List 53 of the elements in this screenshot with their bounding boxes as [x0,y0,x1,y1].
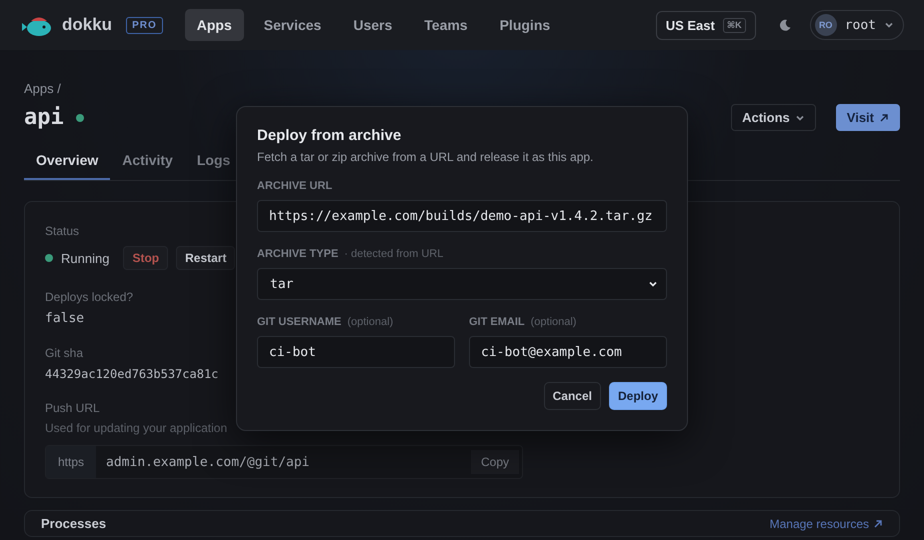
region-button[interactable]: US East ⌘K [656,10,756,40]
restart-button[interactable]: Restart [176,246,236,270]
field-label: ARCHIVE TYPE [257,248,338,260]
tab[interactable]: Activity [110,143,185,180]
field-hint: (optional) [347,316,394,328]
field-label: Deploys locked? [45,290,134,304]
app-title: api [24,105,64,130]
nav-item[interactable]: Teams [412,9,480,41]
push-url-field[interactable]: https admin.example.com/@git/api Copy [45,445,523,479]
field-label: GIT EMAIL [469,316,525,328]
deploy-button[interactable]: Deploy [608,382,667,410]
field-label: ARCHIVE URL [257,180,332,192]
user-menu-button[interactable]: RO root [810,10,904,40]
dialog-description: Fetch a tar or zip archive from a URL and release it as this app. [257,150,594,164]
url-scheme: https [46,446,96,478]
archive-url-field[interactable]: https://example.com/builds/demo-api-v1.4.2.tar.gz [257,200,667,232]
dialog-title: Deploy from archive [257,127,402,144]
tab[interactable]: Overview [24,143,110,180]
visit-button[interactable]: Visit [836,104,900,131]
field-value: 44329ac120ed763b537ca81c [45,367,218,381]
nav-item[interactable]: Plugins [488,9,562,41]
manage-resources-link[interactable]: Manage resources [770,516,883,530]
nav-item[interactable]: Users [341,9,404,41]
field-label: Git sha [45,346,84,360]
chevron-down-icon [648,279,658,289]
status-text: Running [61,250,110,266]
shortcut-key: ⌘K [722,18,746,32]
external-arrow-icon [873,518,883,528]
moon-icon[interactable] [778,18,792,32]
brand-name: dokku [62,15,112,35]
nav-item[interactable]: Services [252,9,334,41]
section-title: Processes [41,516,106,531]
external-arrow-icon [879,112,889,122]
field-label: GIT USERNAME [257,316,342,328]
field-label: Status [45,224,80,238]
git-username-field[interactable]: ci-bot [257,336,455,368]
push-url-text: admin.example.com/@git/api [105,454,311,470]
user-avatar: RO [814,14,837,36]
field-hint: (optional) [530,316,576,328]
tab[interactable]: Logs [184,143,242,180]
field-label: Push URL [45,401,100,415]
chevron-down-icon [884,20,894,30]
git-email-field[interactable]: ci-bot@example.com [469,336,667,368]
actions-button[interactable]: Actions [731,104,816,131]
field-value: false [45,311,84,326]
plan-badge: PRO [126,16,163,34]
nav-item[interactable]: Apps [184,9,244,41]
copy-button[interactable]: Copy [470,450,519,474]
field-hint: Used for updating your application [45,421,228,435]
archive-type-select[interactable]: tar [257,268,667,300]
cancel-button[interactable]: Cancel [544,382,601,410]
breadcrumb-link[interactable]: Apps / [24,81,61,96]
field-hint: · detected from URL [344,248,444,260]
